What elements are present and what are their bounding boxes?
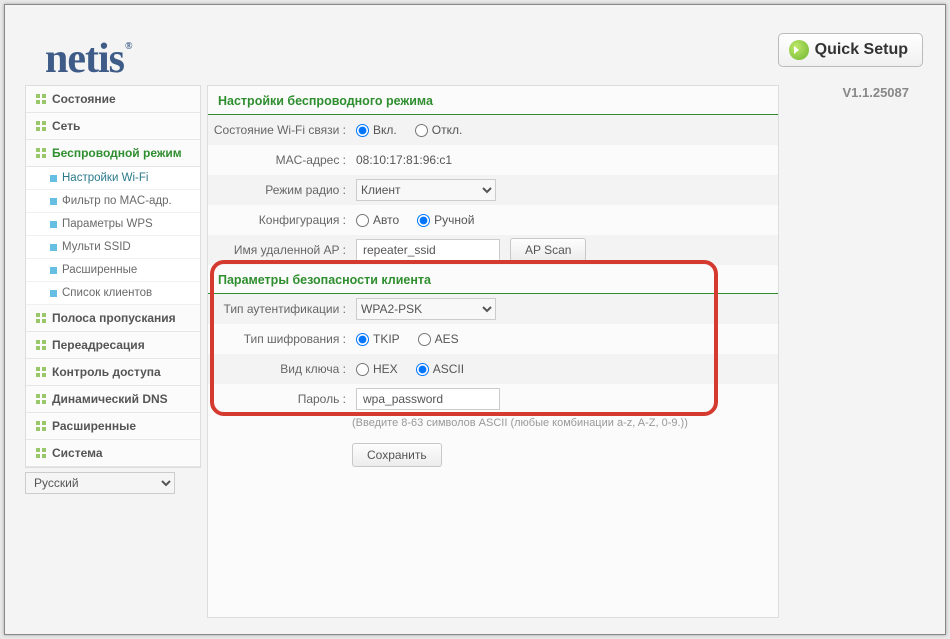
sidebar-item-bandwidth[interactable]: Полоса пропускания xyxy=(26,305,200,332)
radio-mode-select[interactable]: Клиент xyxy=(356,179,496,201)
logo: netis® xyxy=(45,35,130,83)
menu-icon xyxy=(36,421,46,431)
sidebar-item-advanced[interactable]: Расширенные xyxy=(26,413,200,440)
sidebar-sub-clients[interactable]: Список клиентов xyxy=(26,282,200,305)
sidebar-item-status[interactable]: Состояние xyxy=(26,86,200,113)
submenu-icon xyxy=(50,175,57,182)
wifi-state-label: Состояние Wi-Fi связи : xyxy=(208,123,352,137)
wifi-state-on[interactable]: Вкл. xyxy=(356,123,397,137)
remote-ap-label: Имя удаленной AP : xyxy=(208,243,352,257)
sidebar-item-access[interactable]: Контроль доступа xyxy=(26,359,200,386)
sidebar-item-network[interactable]: Сеть xyxy=(26,113,200,140)
menu-icon xyxy=(36,340,46,350)
menu-icon xyxy=(36,394,46,404)
key-hex[interactable]: HEX xyxy=(356,362,398,376)
mac-label: MAC-адрес : xyxy=(208,153,352,167)
sidebar-item-wireless[interactable]: Беспроводной режим xyxy=(26,140,200,167)
password-label: Пароль : xyxy=(208,392,352,406)
menu-icon xyxy=(36,121,46,131)
main-panel: Настройки беспроводного режима Состояние… xyxy=(207,85,779,618)
password-input[interactable] xyxy=(356,388,500,410)
menu-icon xyxy=(36,94,46,104)
config-manual[interactable]: Ручной xyxy=(417,213,474,227)
submenu-icon xyxy=(50,198,57,205)
section-wireless-title: Настройки беспроводного режима xyxy=(208,86,778,115)
submenu-icon xyxy=(50,290,57,297)
submenu-icon xyxy=(50,267,57,274)
auth-label: Тип аутентификации : xyxy=(208,302,352,316)
password-hint: (Введите 8-63 символов ASCII (любые комб… xyxy=(208,414,778,435)
save-button[interactable]: Сохранить xyxy=(352,443,442,467)
submenu-icon xyxy=(50,221,57,228)
config-label: Конфигурация : xyxy=(208,213,352,227)
ap-scan-button[interactable]: AP Scan xyxy=(510,238,586,262)
quick-setup-button[interactable]: Quick Setup xyxy=(778,33,923,67)
sidebar-sub-wifi-settings[interactable]: Настройки Wi-Fi xyxy=(26,167,200,190)
mac-value: 08:10:17:81:96:c1 xyxy=(356,153,452,167)
menu-icon xyxy=(36,367,46,377)
key-ascii[interactable]: ASCII xyxy=(416,362,464,376)
menu-icon xyxy=(36,448,46,458)
submenu-icon xyxy=(50,244,57,251)
quick-setup-label: Quick Setup xyxy=(815,41,908,59)
sidebar-sub-advanced[interactable]: Расширенные xyxy=(26,259,200,282)
menu-icon xyxy=(36,148,46,158)
section-security-title: Параметры безопасности клиента xyxy=(208,265,778,294)
enc-tkip[interactable]: TKIP xyxy=(356,332,400,346)
sidebar-item-system[interactable]: Система xyxy=(26,440,200,467)
language-select[interactable]: Русский xyxy=(25,472,175,494)
sidebar: Состояние Сеть Беспроводной режим Настро… xyxy=(25,85,201,618)
config-auto[interactable]: Авто xyxy=(356,213,399,227)
menu-icon xyxy=(36,313,46,323)
sidebar-sub-wps[interactable]: Параметры WPS xyxy=(26,213,200,236)
enc-aes[interactable]: AES xyxy=(418,332,459,346)
sidebar-sub-mac-filter[interactable]: Фильтр по MAC-адр. xyxy=(26,190,200,213)
sidebar-item-ddns[interactable]: Динамический DNS xyxy=(26,386,200,413)
remote-ap-input[interactable] xyxy=(356,239,500,261)
sidebar-item-forwarding[interactable]: Переадресация xyxy=(26,332,200,359)
radio-mode-label: Режим радио : xyxy=(208,183,352,197)
auth-select[interactable]: WPA2-PSK xyxy=(356,298,496,320)
enc-label: Тип шифрования : xyxy=(208,332,352,346)
sidebar-sub-multi-ssid[interactable]: Мульти SSID xyxy=(26,236,200,259)
quick-setup-icon xyxy=(789,40,809,60)
wifi-state-off[interactable]: Откл. xyxy=(415,123,463,137)
key-type-label: Вид ключа : xyxy=(208,362,352,376)
